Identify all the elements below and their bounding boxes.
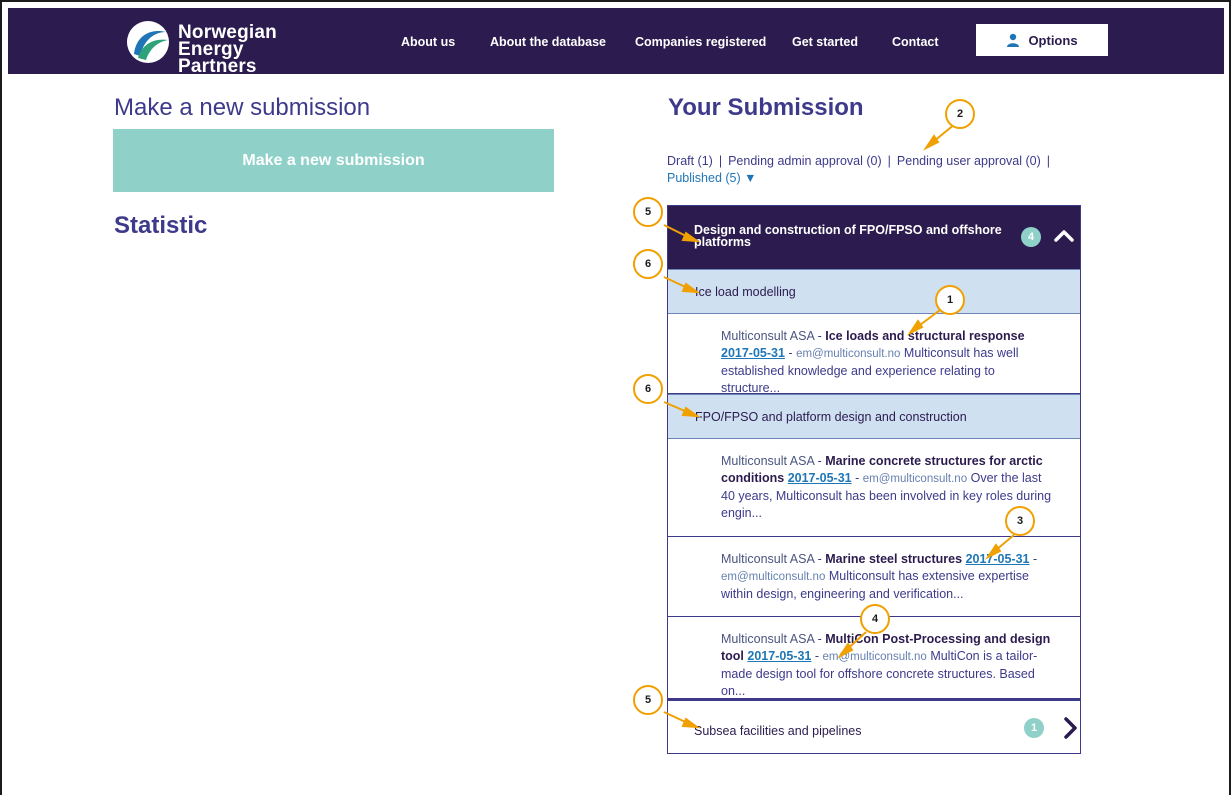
item-title: Marine steel structures [825,552,963,566]
item-date-link[interactable]: 2017-05-31 [747,649,811,663]
item-title: Ice loads and structural response [825,329,1025,343]
nav-link-about-database[interactable]: About the database [490,35,606,49]
item-company: Multiconsult ASA [721,632,815,646]
chevron-up-icon[interactable] [1052,224,1076,248]
item-date-link[interactable]: 2017-05-31 [788,471,852,485]
item-dash: - [814,552,826,566]
item-company: Multiconsult ASA [721,329,815,343]
subcategory-label: FPO/FPSO and platform design and constru… [695,409,967,424]
category-header-design-construction[interactable]: Design and construction of FPO/FPSO and … [668,206,1080,269]
count-badge: 4 [1021,227,1041,247]
make-new-submission-button[interactable]: Make a new submission [113,129,554,192]
options-button[interactable]: Options [976,24,1108,56]
filter-draft[interactable]: Draft (1) [667,154,713,168]
subcategory-ice-load-modelling[interactable]: Ice load modelling [668,269,1080,314]
nav-link-contact[interactable]: Contact [892,35,939,49]
item-dash: - [814,632,826,646]
nav-link-about-us[interactable]: About us [401,35,455,49]
submission-item[interactable]: Multiconsult ASA - Ice loads and structu… [668,314,1080,395]
submission-panel: Design and construction of FPO/FPSO and … [667,205,1081,754]
callout-marker: 5 [633,685,663,715]
category-title: Subsea facilities and pipelines [694,724,862,738]
logo[interactable]: Norwegian Energy Partners [126,18,326,76]
logo-text: Norwegian Energy Partners [178,23,326,77]
item-date-link[interactable]: 2017-05-31 [966,552,1030,566]
subcategory-label: Ice load modelling [695,284,796,299]
callout-marker: 4 [860,604,890,634]
filter-pending-user[interactable]: Pending user approval (0) [897,154,1041,168]
filter-pending-admin[interactable]: Pending admin approval (0) [728,154,882,168]
item-email: em@multiconsult.no [822,651,927,663]
callout-marker: 6 [633,249,663,279]
your-submission-heading: Your Submission [668,94,864,121]
user-icon [1007,33,1020,47]
item-email: em@multiconsult.no [721,571,826,583]
item-company: Multiconsult ASA [721,552,815,566]
new-submission-heading: Make a new submission [114,94,371,121]
filter-separator: | [718,154,723,168]
callout-marker: 2 [945,99,975,129]
item-company: Multiconsult ASA [721,454,815,468]
count-badge: 1 [1024,718,1044,738]
callout-marker: 5 [633,197,663,227]
chevron-right-icon[interactable] [1058,716,1082,740]
callout-marker: 6 [633,374,663,404]
statistic-heading: Statistic [114,212,208,239]
nav-link-get-started[interactable]: Get started [792,35,858,49]
item-dash: - [814,454,826,468]
item-date-link[interactable]: 2017-05-31 [721,346,785,360]
nav-link-companies-registered[interactable]: Companies registered [635,35,766,49]
status-filters: Draft (1) | Pending admin approval (0) | Pen… [667,153,1087,187]
category-title: Design and construction of FPO/FPSO and … [694,223,1002,249]
logo-mark-icon [127,21,169,63]
category-header-subsea[interactable]: Subsea facilities and pipelines 1 [668,698,1080,754]
item-email: em@multiconsult.no [796,348,901,360]
item-dash: - [814,329,826,343]
options-label: Options [1028,32,1078,48]
filter-separator: | [1046,154,1051,168]
top-navigation: Norwegian Energy Partners About us About… [8,8,1224,76]
callout-marker: 3 [1005,506,1035,536]
callout-marker: 1 [935,285,965,315]
item-email: em@multiconsult.no [862,473,968,485]
subcategory-fpo-fpso-platform[interactable]: FPO/FPSO and platform design and constru… [668,394,1080,439]
filter-separator: | [887,154,891,168]
filter-published[interactable]: Published (5) ▼ [667,171,757,185]
logo-line-2: Energy Partners [178,39,257,77]
